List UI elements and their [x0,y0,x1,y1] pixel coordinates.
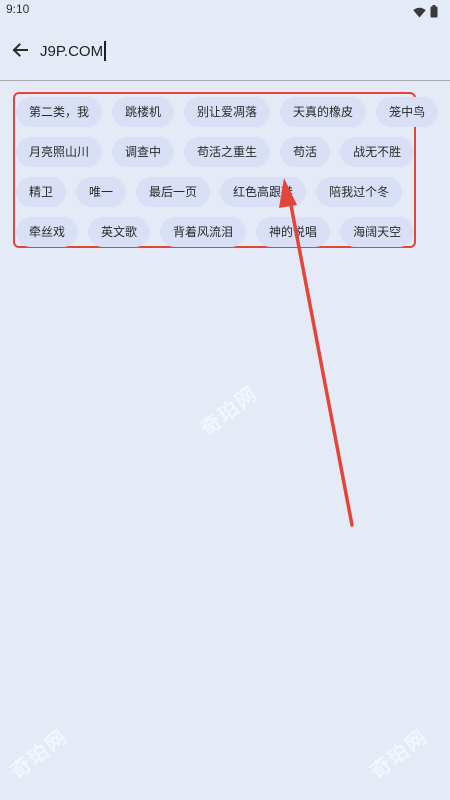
history-chip[interactable]: 最后一页 [136,177,211,207]
history-row: 牵丝戏 英文歌 背着风流泪 神的说唱 海阔天空 [16,217,424,247]
back-button[interactable] [6,36,34,64]
history-chip[interactable]: 唯一 [76,177,127,207]
history-chip[interactable]: 英文歌 [88,217,151,247]
status-bar: 9:10 [0,0,450,20]
history-chip[interactable]: 红色高跟鞋 [220,177,307,207]
search-input[interactable]: J9P.COM [40,40,106,62]
history-chip[interactable]: 陪我过个冬 [316,177,403,207]
status-time: 9:10 [6,2,30,16]
history-chip[interactable]: 背着风流泪 [160,217,247,247]
history-chip[interactable]: 战无不胜 [340,137,415,167]
history-chip[interactable]: 精卫 [16,177,67,207]
history-chip[interactable]: 第二类，我 [16,97,103,127]
history-row: 精卫 唯一 最后一页 红色高跟鞋 陪我过个冬 [16,177,412,207]
history-chip[interactable]: 神的说唱 [256,217,331,247]
history-chip[interactable]: 苟活 [280,137,331,167]
text-caret [104,41,106,61]
history-chip[interactable]: 跳楼机 [112,97,175,127]
history-row: 月亮照山川 调查中 苟活之重生 苟活 战无不胜 [16,137,424,167]
search-input-value: J9P.COM [40,42,104,60]
history-chip[interactable]: 月亮照山川 [16,137,103,167]
history-chip[interactable]: 牵丝戏 [16,217,79,247]
history-chip[interactable]: 海阔天空 [340,217,415,247]
watermark-text: 奇珀网 [5,723,73,784]
history-chip[interactable]: 调查中 [112,137,175,167]
history-row: 第二类，我 跳楼机 别让爱凋落 天真的橡皮 笼中鸟 [16,97,448,127]
watermark-text: 奇珀网 [365,723,433,784]
history-chip[interactable]: 苟活之重生 [184,137,271,167]
status-icons [413,3,438,22]
history-chip[interactable]: 笼中鸟 [376,97,439,127]
history-chip[interactable]: 天真的橡皮 [280,97,367,127]
arrow-left-icon [12,43,28,57]
battery-icon [430,3,438,22]
watermark-text: 奇珀网 [195,380,263,441]
search-bar: J9P.COM [0,28,450,81]
history-chip[interactable]: 别让爱凋落 [184,97,271,127]
wifi-icon [413,3,426,22]
